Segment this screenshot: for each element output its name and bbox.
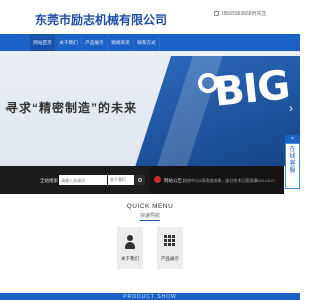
site-header: 东莞市励志机械有限公司 18565963668何先生 bbox=[0, 0, 300, 34]
quick-card-label: 关于我们 bbox=[121, 256, 139, 261]
phone-contact: 18565963668何先生 bbox=[214, 10, 267, 17]
quick-card-products[interactable]: 产品展示 bbox=[157, 227, 183, 269]
quick-card-about[interactable]: 关于我们 bbox=[117, 227, 143, 269]
quick-menu-title: QUICK MENU bbox=[126, 203, 174, 210]
search-category-select[interactable]: 关于我们 bbox=[108, 175, 134, 185]
quick-menu-divider bbox=[140, 220, 160, 221]
search-category-value: 关于我们 bbox=[110, 177, 126, 182]
phone-number: 18565963668何先生 bbox=[221, 11, 267, 17]
nav-item-about[interactable]: 关于我们 bbox=[56, 34, 82, 51]
search-button[interactable] bbox=[135, 175, 145, 185]
company-name[interactable]: 东莞市励志机械有限公司 bbox=[35, 11, 167, 28]
person-icon bbox=[124, 235, 136, 249]
nav-item-contact[interactable]: 联系方式 bbox=[134, 34, 160, 51]
announcement-headline[interactable]: 抢修中心5项改造成果，部分技术已获国家... bbox=[183, 178, 261, 184]
side-tab-char: 在 bbox=[289, 147, 296, 153]
banner-logo-text: BIG bbox=[211, 62, 292, 116]
nav-item-products[interactable]: 产品展示 bbox=[82, 34, 108, 51]
announcement-date: 2024-03-07 bbox=[255, 178, 276, 183]
announcement-icon bbox=[154, 176, 161, 183]
quick-menu-subtitle: 快速导航 bbox=[139, 213, 160, 219]
side-tab-char: 线 bbox=[289, 154, 296, 160]
search-input[interactable] bbox=[59, 175, 107, 185]
banner-next-arrow-icon[interactable]: › bbox=[287, 101, 295, 115]
grid-icon bbox=[164, 235, 176, 249]
nav-item-home[interactable]: 网站首页 bbox=[30, 34, 56, 51]
phone-icon bbox=[214, 11, 219, 17]
search-bar: 全站搜索： 关于我们 bbox=[0, 166, 150, 194]
banner-slogan: 寻求“精密制造”的未来 bbox=[6, 101, 138, 115]
banner-prev-arrow-icon[interactable]: ‹ bbox=[3, 101, 11, 115]
side-tab-char: 客 bbox=[289, 161, 296, 167]
side-tab-char: 服 bbox=[289, 168, 296, 174]
quick-menu-cards: 关于我们 产品展示 bbox=[117, 227, 183, 269]
side-tab-close-button[interactable]: × bbox=[285, 135, 300, 143]
online-service-tab[interactable]: 在 线 客 服 bbox=[285, 143, 300, 189]
quick-card-label: 产品展示 bbox=[161, 256, 179, 261]
search-icon bbox=[138, 178, 142, 182]
announcement-bar: 网站公告： 抢修中心5项改造成果，部分技术已获国家... 2024-03-07 bbox=[150, 166, 284, 194]
product-show-bar: PRODUCT SHOW bbox=[0, 293, 300, 300]
main-nav: 网站首页 关于我们 产品展示 微闻资讯 联系方式 bbox=[0, 34, 300, 51]
hero-banner: BIG 寻求“精密制造”的未来 ‹ › bbox=[0, 51, 300, 166]
nav-item-news[interactable]: 微闻资讯 bbox=[108, 34, 134, 51]
product-show-title: PRODUCT SHOW bbox=[123, 294, 177, 300]
